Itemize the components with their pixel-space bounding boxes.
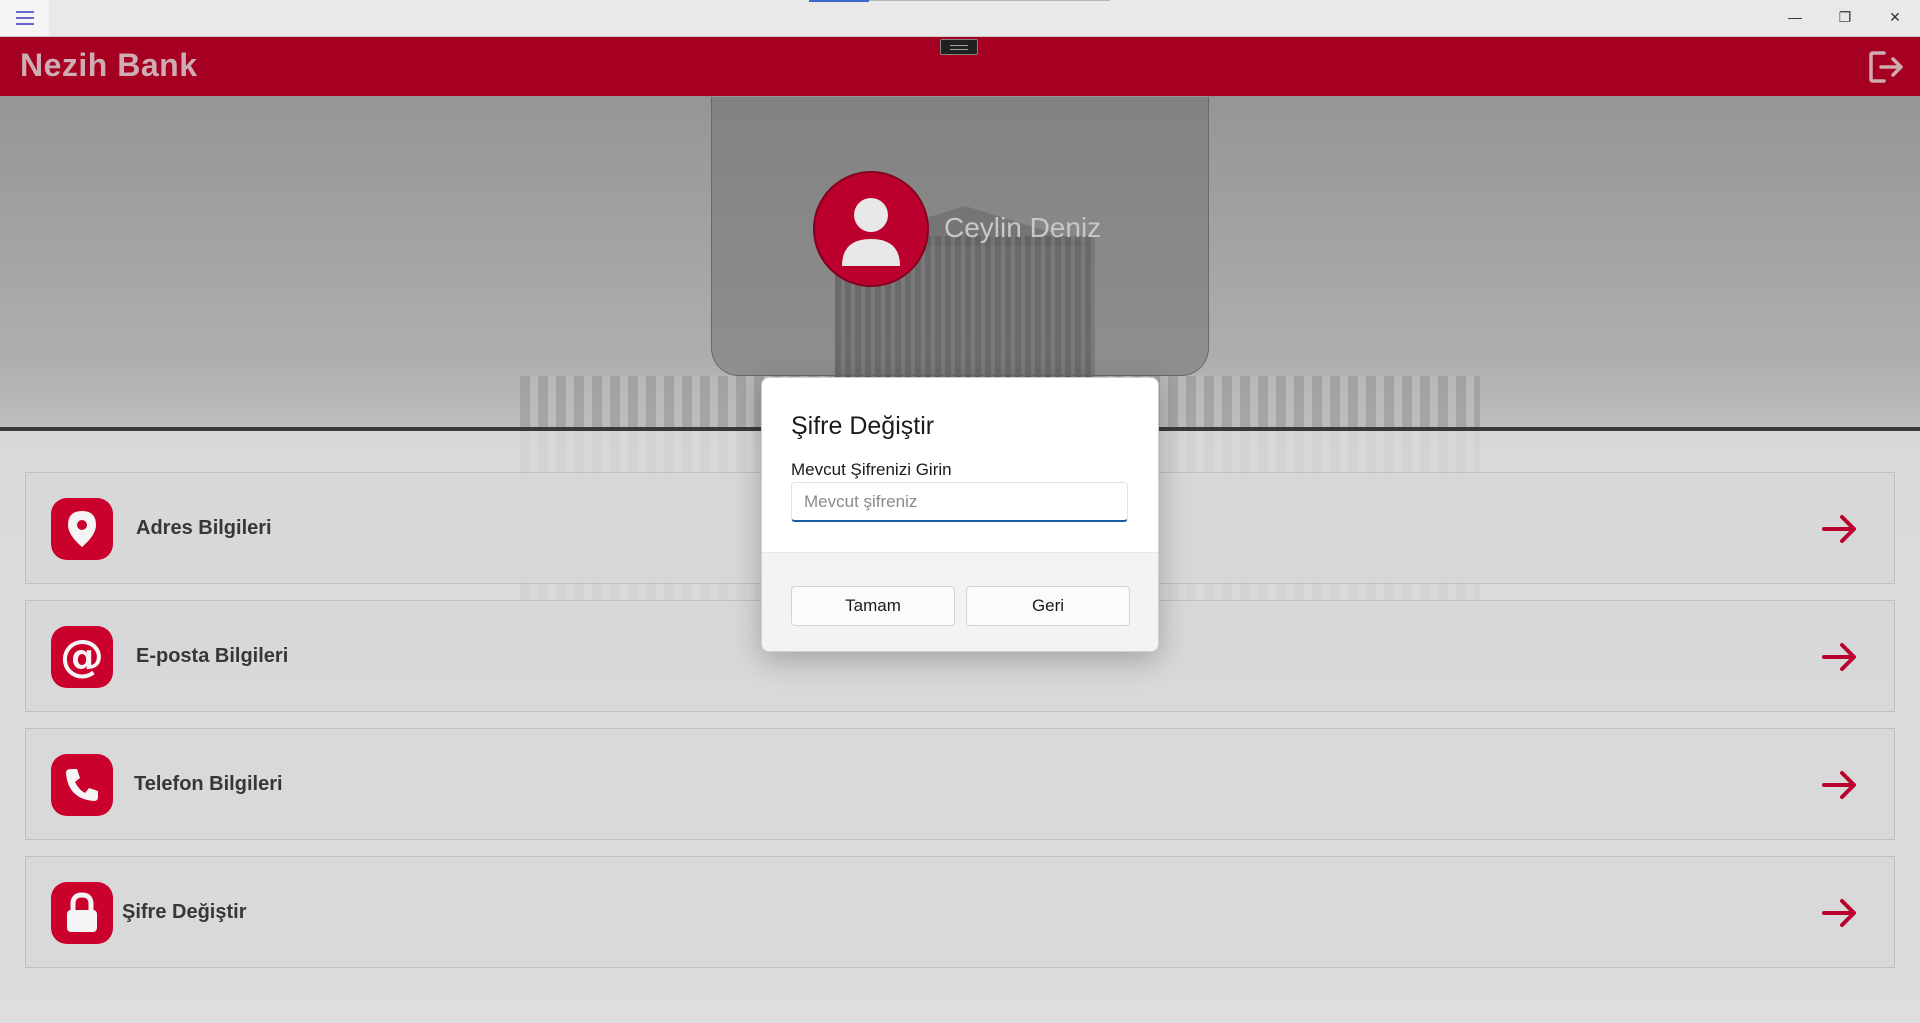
dialog-title: Şifre Değiştir [791,412,935,440]
current-password-label: Mevcut Şifrenizi Girin [791,460,952,479]
ok-button[interactable]: Tamam [791,586,955,626]
change-password-dialog: Şifre Değiştir Mevcut Şifrenizi Girin Ta… [761,377,1159,652]
current-password-input[interactable] [791,482,1128,522]
back-button[interactable]: Geri [966,586,1130,626]
